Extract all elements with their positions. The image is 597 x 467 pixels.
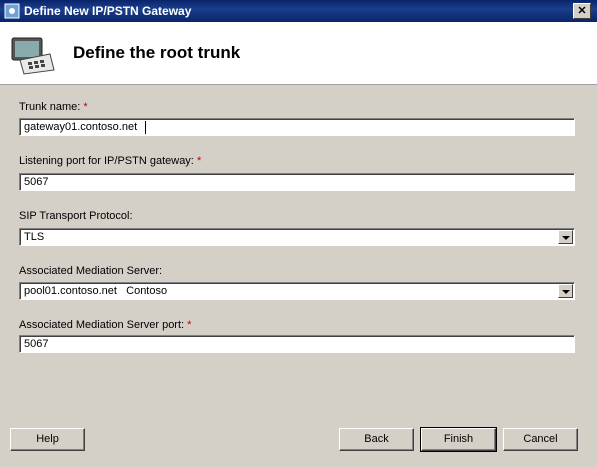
text-caret <box>145 121 146 134</box>
required-marker: * <box>196 155 202 167</box>
wizard-header: Define the root trunk <box>0 22 597 85</box>
required-marker: * <box>187 319 192 331</box>
trunk-name-label: Trunk name: * <box>19 101 88 113</box>
chevron-down-icon[interactable] <box>558 284 573 298</box>
listening-port-label: Listening port for IP/PSTN gateway: * <box>19 155 202 167</box>
mediation-server-label: Associated Mediation Server: <box>19 265 163 277</box>
page-title: Define the root trunk <box>73 43 241 62</box>
back-button[interactable]: Back <box>339 428 414 451</box>
trunk-name-input[interactable]: gateway01.contoso.net <box>19 118 575 136</box>
required-marker: * <box>83 101 88 113</box>
cancel-button[interactable]: Cancel <box>503 428 578 451</box>
close-icon: ✕ <box>577 5 587 17</box>
close-button[interactable]: ✕ <box>573 3 591 19</box>
mediation-server-select[interactable]: pool01.contoso.net Contoso <box>19 282 575 300</box>
mediation-port-label: Associated Mediation Server port: * <box>19 319 192 331</box>
sip-transport-label: SIP Transport Protocol: <box>19 210 133 222</box>
sip-transport-select[interactable]: TLS <box>19 228 575 246</box>
listening-port-input[interactable]: 5067 <box>19 173 575 191</box>
finish-button[interactable]: Finish <box>420 427 497 452</box>
phone-gateway-icon <box>11 37 55 75</box>
help-button[interactable]: Help <box>10 428 85 451</box>
mediation-port-input[interactable]: 5067 <box>19 335 575 353</box>
title-bar: Define New IP/PSTN Gateway ✕ <box>0 0 597 22</box>
gateway-app-icon <box>4 3 20 19</box>
window-title: Define New IP/PSTN Gateway <box>24 4 192 18</box>
chevron-down-icon[interactable] <box>558 230 573 244</box>
